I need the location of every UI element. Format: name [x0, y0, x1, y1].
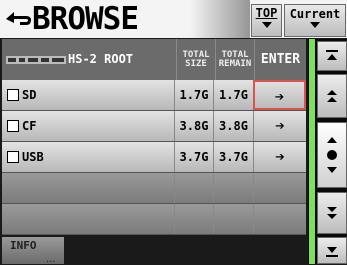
row-total-remain: 3.8G	[213, 111, 253, 141]
current-button[interactable]: Current	[284, 4, 346, 37]
row-total-remain	[213, 173, 253, 203]
row-enter-empty	[253, 204, 306, 234]
enter-arrow-icon: ➔	[275, 116, 285, 135]
current-down-arrow-icon	[310, 22, 320, 28]
column-header-name: HS-2 ROOT	[2, 39, 176, 80]
title-bar-shade	[190, 0, 250, 38]
scroll-page-down-button[interactable]	[317, 192, 347, 234]
row-total-remain	[213, 204, 253, 234]
column-header-total-size: TOTAL SIZE	[176, 39, 215, 80]
total-size-line2: SIZE	[185, 59, 207, 69]
scroll-top-icon	[326, 50, 338, 60]
total-remain-line2: REMAIN	[218, 59, 252, 69]
row-name-cell: USB	[2, 142, 174, 172]
scroll-knob-icon	[327, 137, 337, 173]
row-total-size: 3.8G	[174, 111, 213, 141]
row-name-cell: CF	[2, 111, 174, 141]
row-total-remain: 3.7G	[213, 142, 253, 172]
double-down-arrow-icon	[327, 207, 337, 219]
double-up-arrow-icon	[327, 90, 337, 102]
cf-card-icon	[7, 119, 19, 132]
row-total-size	[174, 204, 213, 234]
enter-arrow-icon: ➔	[274, 87, 285, 106]
row-total-remain: 1.7G	[213, 80, 253, 110]
column-header-name-label: HS-2 ROOT	[68, 52, 134, 66]
table-row-empty	[2, 204, 306, 235]
table-row[interactable]: CF 3.8G 3.8G ➔	[2, 111, 306, 142]
table-row[interactable]: SD 1.7G 1.7G ➔	[2, 80, 306, 111]
current-button-label: Current	[289, 7, 341, 21]
enter-button[interactable]: ➔	[253, 111, 306, 141]
table-row[interactable]: USB 3.7G 3.7G ➔	[2, 142, 306, 173]
column-header-enter: ENTER	[254, 39, 306, 80]
enter-button[interactable]: ➔	[253, 80, 306, 110]
enter-arrow-icon: ➔	[275, 147, 285, 166]
page-title: BROWSE	[32, 1, 139, 37]
scrollbar-track[interactable]	[309, 39, 315, 264]
column-header-total-remain: TOTAL REMAIN	[215, 39, 254, 80]
usb-drive-icon	[7, 150, 19, 163]
row-name-cell: SD	[2, 80, 174, 110]
row-name: USB	[22, 150, 44, 164]
top-button[interactable]: TOP	[251, 4, 282, 37]
scroll-to-bottom-button[interactable]	[317, 237, 347, 264]
row-name-cell	[2, 204, 174, 234]
scroll-to-top-button[interactable]	[317, 41, 347, 71]
table-row-empty	[2, 173, 306, 204]
row-total-size: 3.7G	[174, 142, 213, 172]
scroll-page-up-button[interactable]	[317, 74, 347, 118]
top-button-label: TOP	[255, 6, 278, 20]
enter-button[interactable]: ➔	[253, 142, 306, 172]
scroll-bottom-icon	[326, 247, 338, 257]
recorder-device-icon	[6, 55, 66, 64]
top-down-arrow-icon	[261, 22, 272, 28]
row-name: SD	[22, 88, 37, 102]
row-name-cell	[2, 173, 174, 203]
scroll-knob[interactable]	[317, 122, 347, 188]
info-button-label: INFO	[10, 239, 37, 252]
sd-card-icon	[7, 88, 19, 101]
back-arrow-icon[interactable]	[4, 7, 34, 31]
info-dots: ...	[46, 254, 56, 265]
row-name: CF	[22, 119, 37, 133]
row-total-size	[174, 173, 213, 203]
row-enter-empty	[253, 173, 306, 203]
row-total-size: 1.7G	[174, 80, 213, 110]
